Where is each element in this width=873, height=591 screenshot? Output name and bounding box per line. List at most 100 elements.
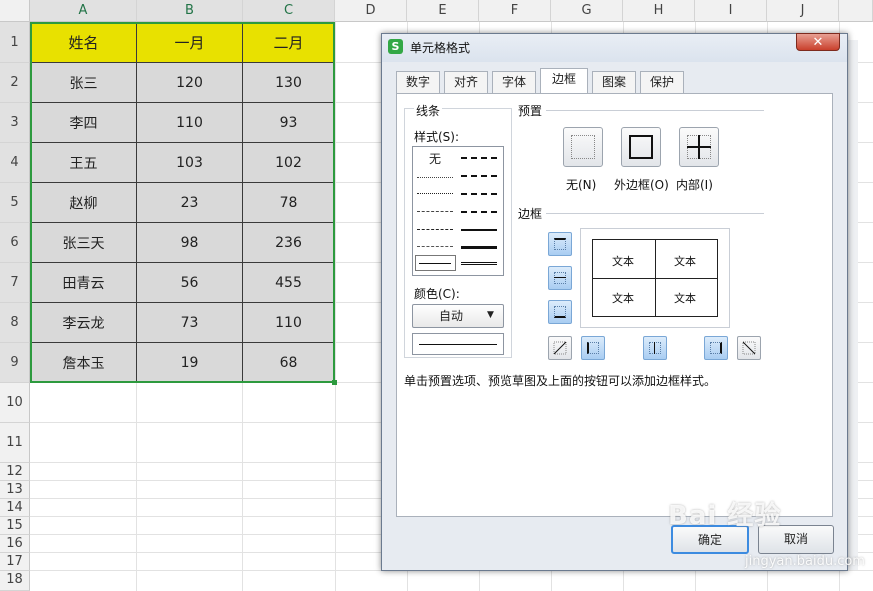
- cell-feb[interactable]: 102: [243, 143, 335, 183]
- border-inside-horizontal-button[interactable]: [548, 266, 572, 290]
- line-style-none[interactable]: 无: [429, 150, 441, 167]
- column-header-b[interactable]: B: [137, 0, 243, 22]
- preview-table[interactable]: 文本 文本 文本 文本: [592, 239, 718, 317]
- cell-name[interactable]: 田青云: [30, 263, 137, 303]
- column-header-a[interactable]: A: [30, 0, 137, 22]
- color-dropdown[interactable]: 自动 ▼: [412, 304, 504, 328]
- line-style-hair[interactable]: [417, 177, 453, 178]
- fill-handle[interactable]: [332, 380, 337, 385]
- cell-feb[interactable]: 455: [243, 263, 335, 303]
- row-header-1[interactable]: 1: [0, 22, 30, 63]
- line-style-medium-dashed[interactable]: [461, 211, 497, 213]
- row-header-16[interactable]: 16: [0, 535, 30, 553]
- cell-jan[interactable]: 110: [137, 103, 243, 143]
- cell-jan[interactable]: 73: [137, 303, 243, 343]
- cell-name[interactable]: 张三: [30, 63, 137, 103]
- cell-name[interactable]: 王五: [30, 143, 137, 183]
- line-style-medium-dash-dot[interactable]: [461, 193, 497, 195]
- row-header-2[interactable]: 2: [0, 63, 30, 103]
- cell-jan[interactable]: 23: [137, 183, 243, 223]
- line-style-thin-selected[interactable]: [415, 255, 456, 271]
- cell-name[interactable]: 李云龙: [30, 303, 137, 343]
- row-header-4[interactable]: 4: [0, 143, 30, 183]
- row-header-8[interactable]: 8: [0, 303, 30, 343]
- close-button[interactable]: ✕: [796, 33, 840, 51]
- border-inside-icon: [687, 135, 711, 159]
- cell-feb[interactable]: 130: [243, 63, 335, 103]
- row-header-3[interactable]: 3: [0, 103, 30, 143]
- cell-a1[interactable]: 姓名: [30, 22, 137, 63]
- tab-number[interactable]: 数字: [396, 71, 440, 93]
- tab-protection[interactable]: 保护: [640, 71, 684, 93]
- border-inside-vertical-button[interactable]: [643, 336, 667, 360]
- cell-name[interactable]: 赵柳: [30, 183, 137, 223]
- cell-feb[interactable]: 93: [243, 103, 335, 143]
- cell-feb[interactable]: 78: [243, 183, 335, 223]
- row-header-18[interactable]: 18: [0, 571, 30, 591]
- border-diagonal-down-button[interactable]: [737, 336, 761, 360]
- line-style-dash-dot[interactable]: [417, 229, 453, 230]
- line-style-medium[interactable]: [461, 229, 497, 231]
- cell-feb[interactable]: 68: [243, 343, 335, 383]
- border-top-button[interactable]: [548, 232, 572, 256]
- row-header-12[interactable]: 12: [0, 463, 30, 481]
- row-header-9[interactable]: 9: [0, 343, 30, 383]
- border-left-icon: [587, 342, 599, 354]
- cell-jan[interactable]: 19: [137, 343, 243, 383]
- tab-pattern[interactable]: 图案: [592, 71, 636, 93]
- border-middle-icon: [554, 272, 566, 284]
- column-header-k[interactable]: [839, 0, 873, 22]
- cell-jan[interactable]: 56: [137, 263, 243, 303]
- border-preview[interactable]: 文本 文本 文本 文本: [580, 228, 730, 328]
- row-header-6[interactable]: 6: [0, 223, 30, 263]
- cell-jan[interactable]: 103: [137, 143, 243, 183]
- border-diagonal-up-button[interactable]: [548, 336, 572, 360]
- row-header-14[interactable]: 14: [0, 499, 30, 517]
- preset-inside-button[interactable]: [679, 127, 719, 167]
- cell-feb[interactable]: 110: [243, 303, 335, 343]
- column-header-i[interactable]: I: [695, 0, 767, 22]
- border-bottom-button[interactable]: [548, 300, 572, 324]
- tab-alignment[interactable]: 对齐: [444, 71, 488, 93]
- column-header-f[interactable]: F: [479, 0, 551, 22]
- cell-feb[interactable]: 236: [243, 223, 335, 263]
- line-style-medium-dash-dot-dot[interactable]: [461, 157, 497, 159]
- cell-c1[interactable]: 二月: [243, 22, 335, 63]
- column-header-d[interactable]: D: [335, 0, 407, 22]
- row-header-10[interactable]: 10: [0, 383, 30, 423]
- column-header-h[interactable]: H: [623, 0, 695, 22]
- row-header-13[interactable]: 13: [0, 481, 30, 499]
- line-style-slant-dash-dot[interactable]: [461, 175, 497, 177]
- select-all-corner[interactable]: [0, 0, 30, 22]
- line-style-dash-dot-dot[interactable]: [417, 211, 453, 212]
- line-style-dotted[interactable]: [417, 193, 453, 194]
- cell-name[interactable]: 詹本玉: [30, 343, 137, 383]
- cell-name[interactable]: 李四: [30, 103, 137, 143]
- column-header-e[interactable]: E: [407, 0, 479, 22]
- line-style-double[interactable]: [461, 262, 497, 265]
- column-header-c[interactable]: C: [243, 0, 335, 22]
- line-style-list[interactable]: 无: [412, 146, 504, 276]
- preview-text: 文本: [612, 255, 634, 268]
- cell-jan[interactable]: 120: [137, 63, 243, 103]
- row-header-7[interactable]: 7: [0, 263, 30, 303]
- preset-none-button[interactable]: [563, 127, 603, 167]
- row-header-5[interactable]: 5: [0, 183, 30, 223]
- preset-outline-button[interactable]: [621, 127, 661, 167]
- line-style-dashed[interactable]: [417, 246, 453, 247]
- cell-name[interactable]: 张三天: [30, 223, 137, 263]
- tab-border[interactable]: 边框: [540, 68, 588, 94]
- column-header-g[interactable]: G: [551, 0, 623, 22]
- cell-b1[interactable]: 一月: [137, 22, 243, 63]
- cell-jan[interactable]: 98: [137, 223, 243, 263]
- vertical-scrollbar[interactable]: [848, 40, 858, 570]
- row-header-17[interactable]: 17: [0, 553, 30, 571]
- tab-font[interactable]: 字体: [492, 71, 536, 93]
- border-right-button[interactable]: [704, 336, 728, 360]
- row-header-15[interactable]: 15: [0, 517, 30, 535]
- row-header-11[interactable]: 11: [0, 423, 30, 463]
- line-style-thick[interactable]: [461, 246, 497, 249]
- column-header-j[interactable]: J: [767, 0, 839, 22]
- dialog-titlebar[interactable]: S 单元格格式: [382, 34, 847, 62]
- border-left-button[interactable]: [581, 336, 605, 360]
